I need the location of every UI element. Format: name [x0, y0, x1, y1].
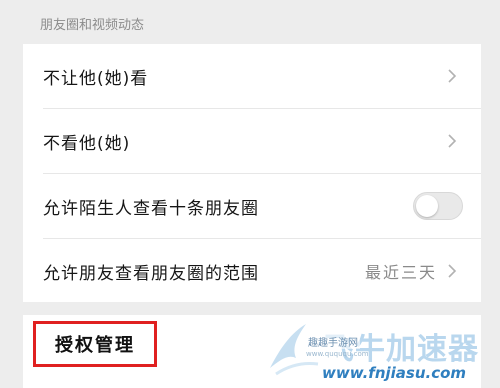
row-label: 不让他(她)看 [43, 68, 149, 89]
section-header: 朋友圈和视频动态 [40, 18, 145, 33]
row-label: 允许朋友查看朋友圈的范围 [43, 263, 259, 284]
range-value: 最近三天 [364, 263, 437, 282]
authorization-management-row[interactable]: 授权管理 [33, 321, 157, 367]
row-label: 不看他(她) [43, 133, 131, 154]
toggle-knob [416, 195, 438, 217]
chevron-right-icon [445, 261, 459, 281]
row-hide-my-moments[interactable]: 不让他(她)看 [23, 44, 481, 108]
chevron-right-icon [445, 131, 459, 151]
row-stranger-view-ten-posts: 允许陌生人查看十条朋友圈 [23, 174, 481, 238]
row-moments-visible-range[interactable]: 允许朋友查看朋友圈的范围 最近三天 [23, 239, 481, 303]
moments-settings-card: 不让他(她)看 不看他(她) 允许陌生人查看十条朋友圈 允许朋友查看朋友圈的范围… [23, 44, 481, 302]
authorization-card: 授权管理 [23, 315, 481, 388]
stranger-view-toggle[interactable] [413, 192, 463, 220]
authorization-label: 授权管理 [55, 335, 135, 356]
chevron-right-icon [445, 66, 459, 86]
row-label: 允许陌生人查看十条朋友圈 [43, 198, 259, 219]
row-hide-their-moments[interactable]: 不看他(她) [23, 109, 481, 173]
